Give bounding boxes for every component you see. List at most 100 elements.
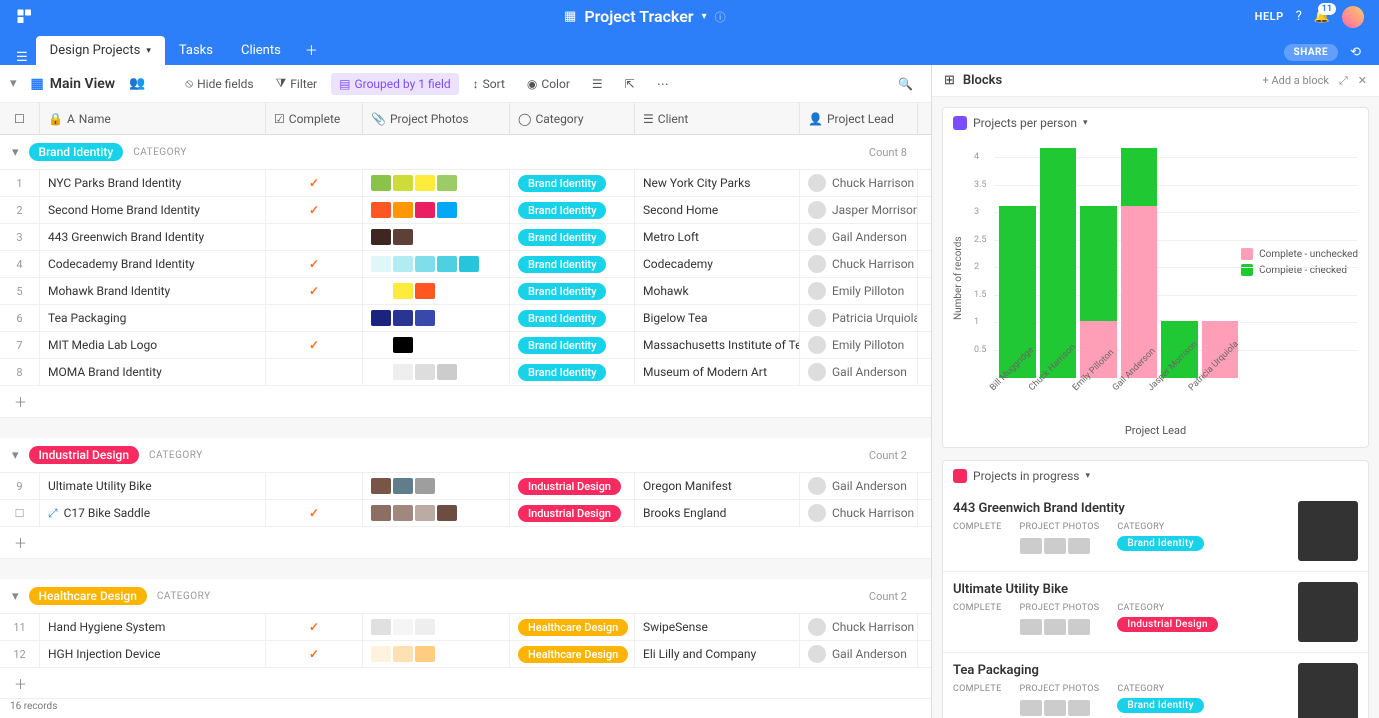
progress-card[interactable]: 443 Greenwich Brand IdentityCOMPLETEPROJ… [943,491,1368,572]
color-button[interactable]: ◉Color [519,73,578,95]
cell-category[interactable]: Brand Identity [510,251,635,277]
cell-complete[interactable]: ✓ [266,500,363,526]
column-category[interactable]: ◯ Category [510,103,635,134]
cell-complete[interactable] [266,305,363,331]
table-row[interactable]: ☐⤢C17 Bike Saddle✓Industrial DesignBrook… [0,500,931,527]
group-button[interactable]: ▤Grouped by 1 field [331,73,459,95]
chevron-down-icon[interactable]: ▾ [1085,471,1090,481]
cell-lead[interactable]: Gail Anderson [800,224,918,250]
chevron-down-icon[interactable]: ▾ [12,145,19,160]
cell-lead[interactable]: Chuck Harrison [800,500,918,526]
table-row[interactable]: 1NYC Parks Brand Identity✓Brand Identity… [0,170,931,197]
sort-button[interactable]: ↕Sort [465,73,513,95]
cell-category[interactable]: Industrial Design [510,500,635,526]
filter-button[interactable]: ⧩Filter [268,72,326,95]
cell-photos[interactable] [363,332,510,358]
cell-client[interactable]: Oregon Manifest [635,473,800,499]
cell-name[interactable]: Tea Packaging [40,305,266,331]
cell-client[interactable]: Museum of Modern Art [635,359,800,385]
hide-fields-button[interactable]: ⦸Hide fields [177,72,261,95]
cell-category[interactable]: Brand Identity [510,359,635,385]
cell-name[interactable]: Mohawk Brand Identity [40,278,266,304]
cell-photos[interactable] [363,224,510,250]
cell-client[interactable]: Metro Loft [635,224,800,250]
cell-lead[interactable]: Chuck Harrison [800,170,918,196]
cell-client[interactable]: Mohawk [635,278,800,304]
add-table-button[interactable]: ＋ [295,34,328,65]
tab-clients[interactable]: Clients [227,36,295,65]
share-view-button[interactable]: ⇱ [617,73,643,95]
add-block-button[interactable]: + Add a block [1263,74,1329,87]
cell-name[interactable]: NYC Parks Brand Identity [40,170,266,196]
cell-complete[interactable]: ✓ [266,170,363,196]
cell-category[interactable]: Brand Identity [510,197,635,223]
cell-client[interactable]: Bigelow Tea [635,305,800,331]
cell-name[interactable]: MOMA Brand Identity [40,359,266,385]
cell-lead[interactable]: Chuck Harrison [800,614,918,640]
cell-client[interactable]: New York City Parks [635,170,800,196]
chevron-down-icon[interactable]: ▾ [12,589,19,604]
cell-photos[interactable] [363,251,510,277]
table-row[interactable]: 7MIT Media Lab Logo✓Brand IdentityMassac… [0,332,931,359]
table-row[interactable]: 5Mohawk Brand Identity✓Brand IdentityMoh… [0,278,931,305]
table-row[interactable]: 12HGH Injection Device✓Healthcare Design… [0,641,931,668]
expand-icon[interactable]: ⤢ [48,506,58,521]
table-row[interactable]: 8MOMA Brand IdentityBrand IdentityMuseum… [0,359,931,386]
cell-photos[interactable] [363,500,510,526]
chart-bar[interactable]: Bill Muggridge [999,148,1036,378]
cell-client[interactable]: Massachusetts Institute of Tech [635,332,800,358]
info-icon[interactable]: ⓘ [715,9,726,25]
cell-category[interactable]: Healthcare Design [510,614,635,640]
cell-category[interactable]: Brand Identity [510,332,635,358]
cell-complete[interactable]: ✓ [266,614,363,640]
cell-photos[interactable] [363,197,510,223]
cell-complete[interactable]: ✓ [266,332,363,358]
cell-name[interactable]: Second Home Brand Identity [40,197,266,223]
cell-category[interactable]: Industrial Design [510,473,635,499]
cell-complete[interactable] [266,224,363,250]
cell-lead[interactable]: Emily Pilloton [800,332,918,358]
cell-client[interactable]: Codecademy [635,251,800,277]
cell-lead[interactable]: Chuck Harrison [800,251,918,277]
collapse-icon[interactable]: ▾ [10,76,17,91]
chart-block[interactable]: Projects per person▾ Number of records C… [942,107,1369,448]
cell-photos[interactable] [363,614,510,640]
user-avatar[interactable] [1342,6,1364,28]
column-lead[interactable]: 👤 Project Lead [800,103,918,134]
help-link[interactable]: HELP [1255,10,1284,23]
help-icon[interactable]: ? [1296,9,1302,24]
app-logo[interactable] [15,7,35,27]
dropdown-caret-icon[interactable]: ▾ [702,11,707,22]
table-row[interactable]: 9Ultimate Utility BikeIndustrial DesignO… [0,473,931,500]
cell-complete[interactable] [266,359,363,385]
column-client[interactable]: ☰ Client [635,103,800,134]
cell-category[interactable]: Brand Identity [510,224,635,250]
add-row-button[interactable]: ＋ [0,668,931,698]
add-row-button[interactable]: ＋ [0,527,931,559]
cell-photos[interactable] [363,305,510,331]
cell-complete[interactable]: ✓ [266,251,363,277]
cell-category[interactable]: Brand Identity [510,170,635,196]
table-row[interactable]: 2Second Home Brand Identity✓Brand Identi… [0,197,931,224]
table-row[interactable]: 3443 Greenwich Brand IdentityBrand Ident… [0,224,931,251]
cell-client[interactable]: Brooks England [635,500,800,526]
cell-category[interactable]: Brand Identity [510,278,635,304]
cell-photos[interactable] [363,641,510,667]
base-title[interactable]: Project Tracker [584,7,693,26]
group-header[interactable]: ▾Industrial DesignCATEGORYCount 2 [0,438,931,473]
group-header[interactable]: ▾Brand IdentityCATEGORYCount 8 [0,135,931,170]
history-icon[interactable]: ⟲ [1350,45,1361,60]
tab-design-projects[interactable]: Design Projects▾ [36,36,165,65]
add-row-button[interactable]: ＋ [0,386,931,418]
column-photos[interactable]: 📎 Project Photos [363,103,510,134]
cell-name[interactable]: Hand Hygiene System [40,614,266,640]
cell-lead[interactable]: Patricia Urquiola [800,305,918,331]
cell-client[interactable]: SwipeSense [635,614,800,640]
view-switcher[interactable]: ▦ Main View [23,72,124,96]
cell-lead[interactable]: Gail Anderson [800,641,918,667]
cell-client[interactable]: Eli Lilly and Company [635,641,800,667]
cell-name[interactable]: Ultimate Utility Bike [40,473,266,499]
cell-complete[interactable]: ✓ [266,278,363,304]
share-view-icon[interactable]: 👥 [129,76,145,91]
column-name[interactable]: 🔒A Name [40,103,266,134]
